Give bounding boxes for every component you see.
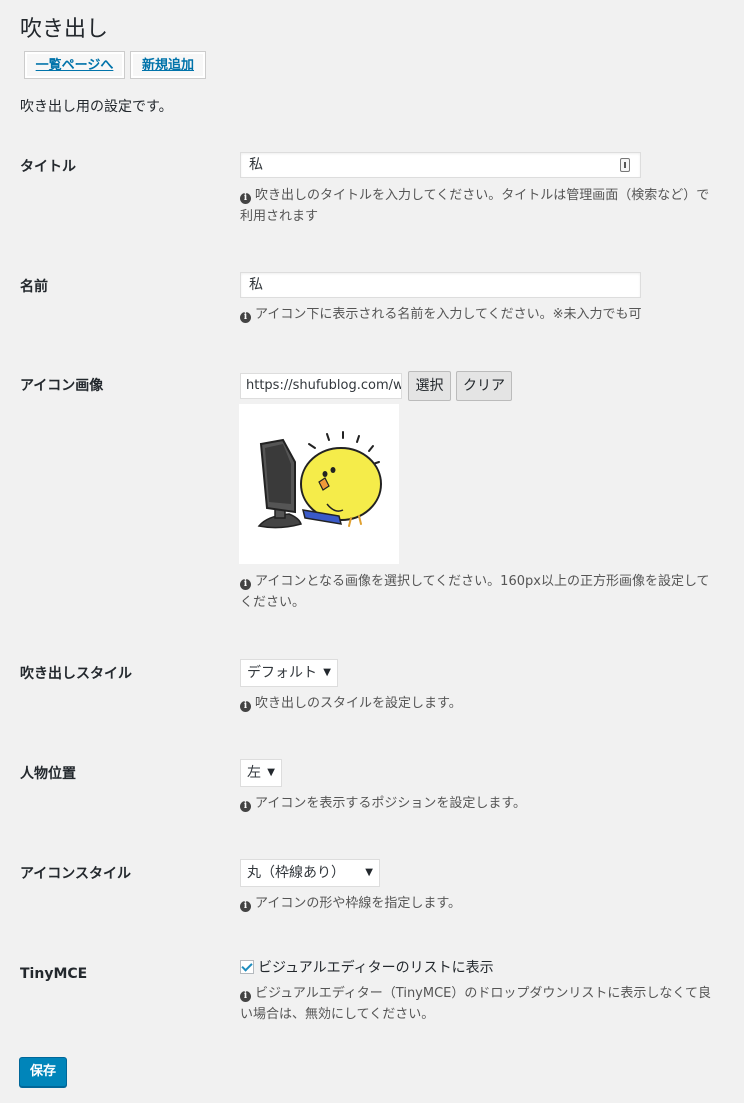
icon-image-label: アイコン画像 bbox=[20, 378, 104, 394]
title-help: i 吹き出しのタイトルを入力してください。タイトルは管理画面（検索など）で利用され… bbox=[240, 185, 710, 227]
icon-preview-image bbox=[239, 404, 399, 564]
balloon-style-help-text: 吹き出しのスタイルを設定します。 bbox=[255, 696, 462, 711]
tinymce-checkbox[interactable] bbox=[240, 960, 254, 974]
name-label: 名前 bbox=[20, 279, 48, 295]
balloon-style-help: i 吹き出しのスタイルを設定します。 bbox=[240, 693, 720, 714]
chick-at-computer-illustration bbox=[257, 431, 382, 529]
icon-style-help: i アイコンの形や枠線を指定します。 bbox=[240, 893, 720, 914]
position-help: i アイコンを表示するポジションを設定します。 bbox=[240, 793, 720, 814]
icon-style-select[interactable]: 丸（枠線あり） ▼ bbox=[240, 859, 380, 887]
icon-url-value: https://shufublog.com/w bbox=[246, 378, 402, 393]
tinymce-help-text: ビジュアルエディター（TinyMCE）のドロップダウンリストに表示しなくて良い場… bbox=[240, 986, 711, 1022]
name-help: i アイコン下に表示される名前を入力してください。※未入力でも可 bbox=[240, 304, 720, 325]
name-input[interactable]: 私 bbox=[240, 272, 641, 298]
add-new-link[interactable]: 新規追加 bbox=[130, 51, 206, 79]
tinymce-help: i ビジュアルエディター（TinyMCE）のドロップダウンリストに表示しなくて良い… bbox=[240, 983, 720, 1025]
position-label: 人物位置 bbox=[20, 766, 76, 782]
title-input-value: 私 bbox=[249, 157, 263, 173]
title-help-text: 吹き出しのタイトルを入力してください。タイトルは管理画面（検索など）で利用されま… bbox=[240, 188, 710, 224]
caret-down-icon: ▼ bbox=[323, 667, 331, 678]
name-input-value: 私 bbox=[249, 277, 263, 293]
tinymce-label: TinyMCE bbox=[20, 966, 88, 982]
balloon-style-select[interactable]: デフォルト ▼ bbox=[240, 659, 338, 687]
title-label: タイトル bbox=[20, 159, 76, 175]
name-help-text: アイコン下に表示される名前を入力してください。※未入力でも可 bbox=[255, 307, 642, 322]
position-value: 左 bbox=[247, 765, 261, 781]
icon-style-value: 丸（枠線あり） bbox=[247, 865, 345, 881]
info-icon: i bbox=[240, 801, 251, 812]
icon-url-input[interactable]: https://shufublog.com/w bbox=[240, 373, 402, 399]
info-icon: i bbox=[240, 193, 251, 204]
info-icon: i bbox=[240, 312, 251, 323]
clear-image-button[interactable]: クリア bbox=[456, 371, 512, 401]
info-icon: i bbox=[240, 901, 251, 912]
page-title: 吹き出し bbox=[20, 17, 109, 42]
select-image-button[interactable]: 選択 bbox=[408, 371, 451, 401]
ime-indicator-icon bbox=[620, 158, 630, 172]
balloon-style-label: 吹き出しスタイル bbox=[20, 666, 132, 682]
icon-style-label: アイコンスタイル bbox=[20, 866, 132, 882]
info-icon: i bbox=[240, 579, 251, 590]
icon-style-help-text: アイコンの形や枠線を指定します。 bbox=[255, 896, 462, 911]
icon-image-help: i アイコンとなる画像を選択してください。160px以上の正方形画像を設定してくだ… bbox=[240, 571, 720, 613]
caret-down-icon: ▼ bbox=[365, 867, 373, 878]
page-description: 吹き出し用の設定です。 bbox=[20, 99, 173, 115]
position-select[interactable]: 左 ▼ bbox=[240, 759, 282, 787]
tinymce-checkbox-label: ビジュアルエディターのリストに表示 bbox=[258, 960, 494, 976]
save-button[interactable]: 保存 bbox=[19, 1057, 67, 1087]
settings-page: 吹き出し 一覧ページへ 新規追加 吹き出し用の設定です。 タイトル 私 i 吹き出… bbox=[0, 0, 744, 1103]
tinymce-option[interactable]: ビジュアルエディターのリストに表示 bbox=[240, 958, 494, 978]
position-help-text: アイコンを表示するポジションを設定します。 bbox=[255, 796, 527, 811]
info-icon: i bbox=[240, 701, 251, 712]
caret-down-icon: ▼ bbox=[267, 767, 275, 778]
info-icon: i bbox=[240, 991, 251, 1002]
list-page-link[interactable]: 一覧ページへ bbox=[24, 51, 125, 79]
balloon-style-value: デフォルト bbox=[247, 665, 317, 681]
title-input[interactable]: 私 bbox=[240, 152, 641, 178]
icon-image-help-text: アイコンとなる画像を選択してください。160px以上の正方形画像を設定してくださ… bbox=[240, 574, 710, 610]
